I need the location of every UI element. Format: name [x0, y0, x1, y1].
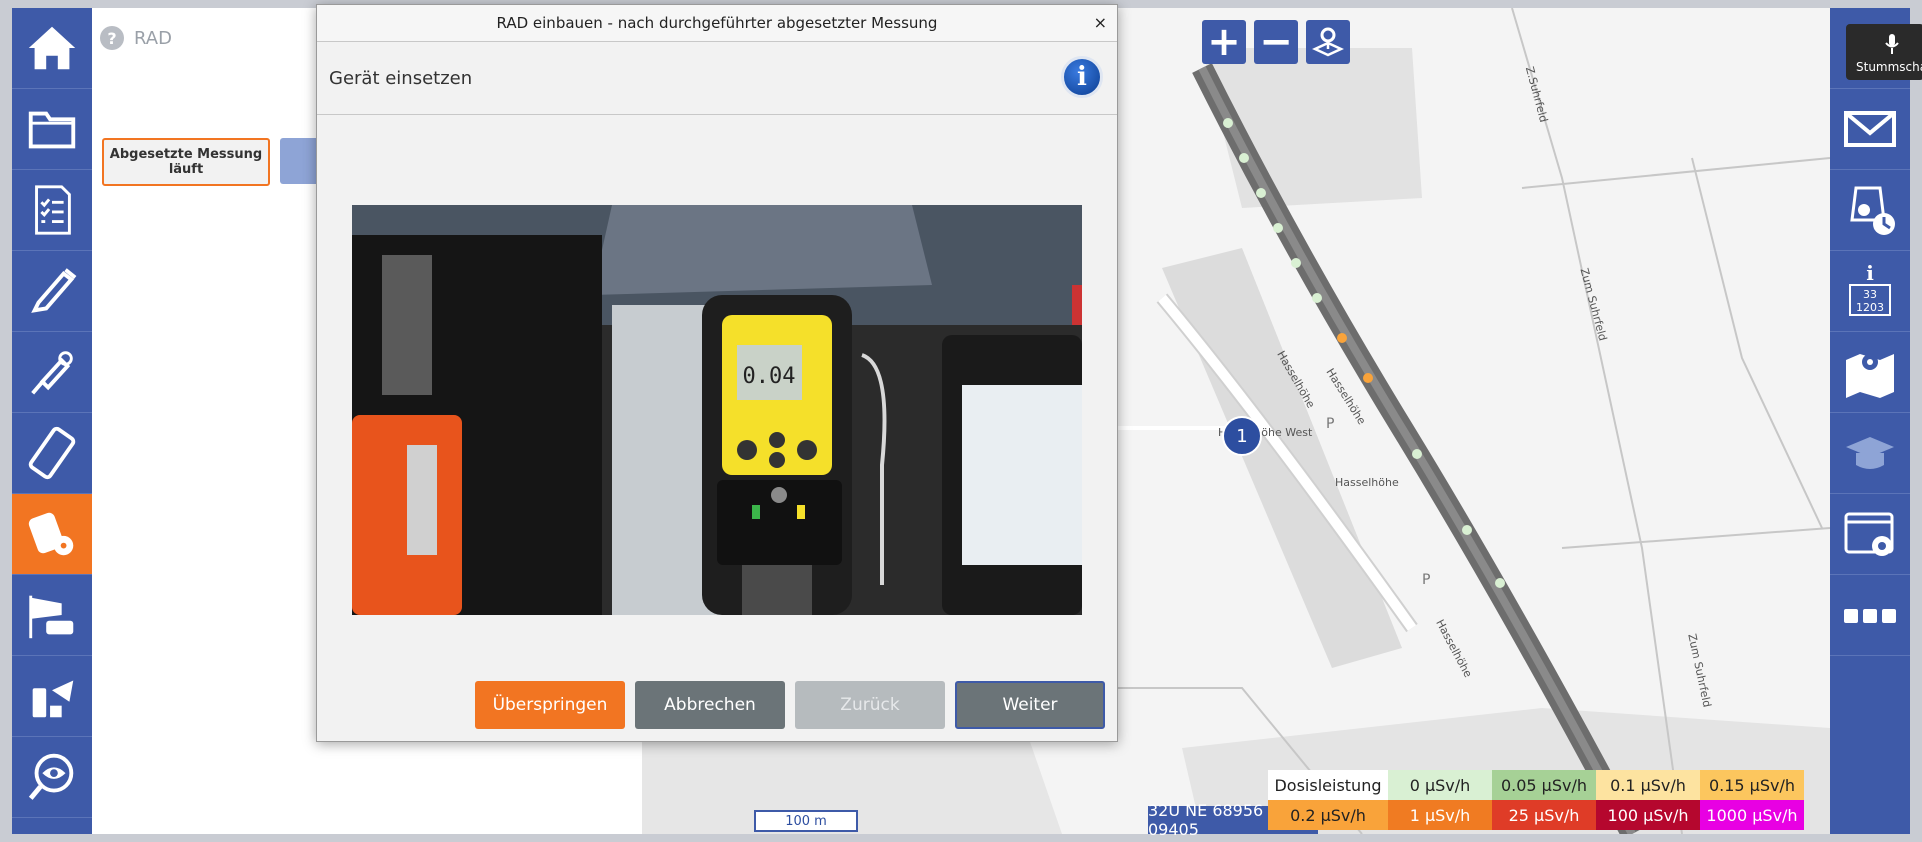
nav-more[interactable]	[1830, 575, 1910, 656]
nav-observe[interactable]	[12, 737, 92, 818]
nav-map[interactable]	[1830, 332, 1910, 413]
eye-icon	[28, 753, 74, 800]
hidden-action-button[interactable]	[280, 138, 320, 184]
radiation-device-icon	[28, 512, 74, 556]
locate-button[interactable]	[1306, 20, 1350, 64]
module-title: RAD	[134, 27, 172, 49]
legend-item: 1 µSv/h	[1388, 800, 1492, 830]
locate-icon	[1312, 27, 1344, 57]
sensor-icon	[31, 351, 73, 395]
checklist-icon	[35, 185, 71, 235]
nav-folder[interactable]	[12, 89, 92, 170]
dialog-titlebar: RAD einbauen - nach durchgeführter abges…	[317, 5, 1117, 42]
dialog-buttons: Überspringen Abbrechen Zurück Weiter	[475, 681, 1105, 729]
handheld-device-icon	[28, 426, 76, 480]
wind-icon	[29, 595, 74, 639]
skip-button[interactable]: Überspringen	[475, 681, 625, 729]
nav-wind[interactable]	[12, 575, 92, 656]
svg-text:0.04: 0.04	[743, 364, 796, 389]
legend-item: 0.2 µSv/h	[1268, 800, 1388, 830]
dialog-title: RAD einbauen - nach durchgeführter abges…	[496, 14, 938, 32]
dialog-subtitle: Gerät einsetzen	[329, 67, 473, 89]
window-settings-icon	[1844, 512, 1894, 556]
svg-text:P: P	[1422, 572, 1430, 588]
nav-checklist[interactable]	[12, 170, 92, 251]
nav-probe[interactable]	[12, 251, 92, 332]
probe-icon	[31, 268, 77, 313]
nav-respirator-timer[interactable]	[1830, 170, 1910, 251]
nav-handheld[interactable]	[12, 413, 92, 494]
left-sidebar	[12, 8, 92, 834]
right-sidebar: i 33 1203	[1830, 8, 1910, 834]
folder-icon	[28, 111, 76, 149]
back-button[interactable]: Zurück	[795, 681, 945, 729]
dose-rate-legend: Dosisleistung 0 µSv/h 0.05 µSv/h 0.1 µSv…	[1268, 770, 1908, 830]
home-icon	[28, 26, 76, 70]
measurement-status-button[interactable]: Abgesetzte Messung läuft	[102, 138, 270, 186]
scale-bar: 100 m	[754, 810, 858, 832]
nav-home[interactable]	[12, 8, 92, 89]
svg-text:33: 33	[1863, 288, 1877, 301]
map-marker[interactable]: 1	[1222, 416, 1262, 456]
legend-item: 0.05 µSv/h	[1492, 770, 1596, 800]
zoom-out-button[interactable]: −	[1254, 19, 1298, 65]
info-icon[interactable]: i	[1061, 56, 1103, 98]
microphone-icon	[1885, 34, 1899, 54]
legend-item: 25 µSv/h	[1492, 800, 1596, 830]
legend-item: 1000 µSv/h	[1700, 800, 1804, 830]
close-icon[interactable]: ×	[1094, 13, 1107, 32]
next-button[interactable]: Weiter	[955, 681, 1105, 729]
nav-training[interactable]	[1830, 413, 1910, 494]
nav-sampling[interactable]	[12, 656, 92, 737]
legend-title: Dosisleistung	[1268, 770, 1388, 800]
nav-mail[interactable]	[1830, 89, 1910, 170]
dialog-subheader: Gerät einsetzen i	[317, 42, 1117, 115]
device-photo: 0.04	[352, 205, 1082, 615]
nav-sensor[interactable]	[12, 332, 92, 413]
more-icon	[1844, 609, 1896, 623]
sampling-icon	[32, 680, 74, 718]
legend-item: 0 µSv/h	[1388, 770, 1492, 800]
respirator-clock-icon	[1850, 186, 1895, 235]
nav-info-card[interactable]: i 33 1203	[1830, 251, 1910, 332]
dialog: RAD einbauen - nach durchgeführter abges…	[316, 4, 1118, 742]
info-number-icon: i 331203	[1849, 261, 1891, 316]
svg-text:i: i	[1866, 261, 1874, 285]
svg-text:1203: 1203	[1856, 301, 1884, 314]
nav-radiation[interactable]	[12, 494, 92, 575]
mail-icon	[1844, 111, 1896, 147]
nav-settings[interactable]	[1830, 494, 1910, 575]
cancel-button[interactable]: Abbrechen	[635, 681, 785, 729]
zoom-in-button[interactable]: +	[1202, 19, 1246, 65]
graduation-cap-icon	[1846, 437, 1894, 469]
legend-item: 0.15 µSv/h	[1700, 770, 1804, 800]
help-icon[interactable]: ?	[100, 26, 124, 50]
street-label: Hasselhöhe	[1335, 476, 1399, 489]
mute-tooltip: Stummschalten	[1846, 24, 1922, 80]
legend-item: 100 µSv/h	[1596, 800, 1700, 830]
legend-item: 0.1 µSv/h	[1596, 770, 1700, 800]
mute-label: Stummschalten	[1856, 60, 1922, 74]
map-pin-icon	[1846, 354, 1894, 398]
svg-text:P: P	[1326, 416, 1334, 432]
